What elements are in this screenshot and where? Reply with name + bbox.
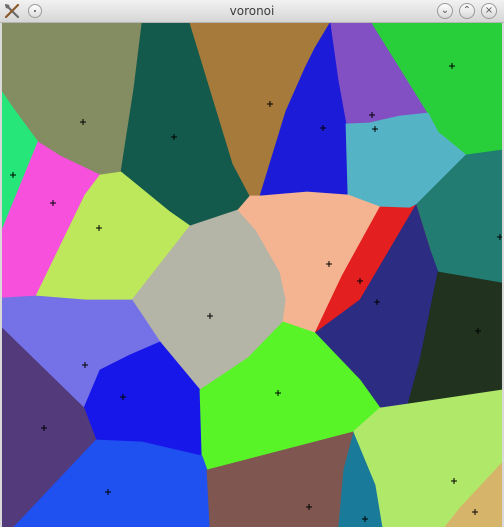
tools-icon[interactable] bbox=[4, 3, 20, 19]
close-icon: × bbox=[484, 5, 494, 16]
voronoi-canvas[interactable] bbox=[2, 23, 502, 527]
voronoi-canvas-area[interactable] bbox=[2, 23, 502, 527]
close-button[interactable]: × bbox=[481, 3, 497, 19]
app-window: voronoi ⌄ ⌃ × bbox=[0, 0, 504, 527]
chevron-up-icon: ⌃ bbox=[462, 5, 472, 16]
voronoi-cells bbox=[2, 23, 502, 527]
circle-menu-icon[interactable] bbox=[28, 4, 42, 18]
window-title: voronoi bbox=[229, 4, 275, 18]
chevron-down-icon: ⌄ bbox=[440, 5, 450, 16]
title-bar[interactable]: voronoi ⌄ ⌃ × bbox=[0, 0, 504, 23]
minimize-button[interactable]: ⌄ bbox=[437, 3, 453, 19]
maximize-button[interactable]: ⌃ bbox=[459, 3, 475, 19]
